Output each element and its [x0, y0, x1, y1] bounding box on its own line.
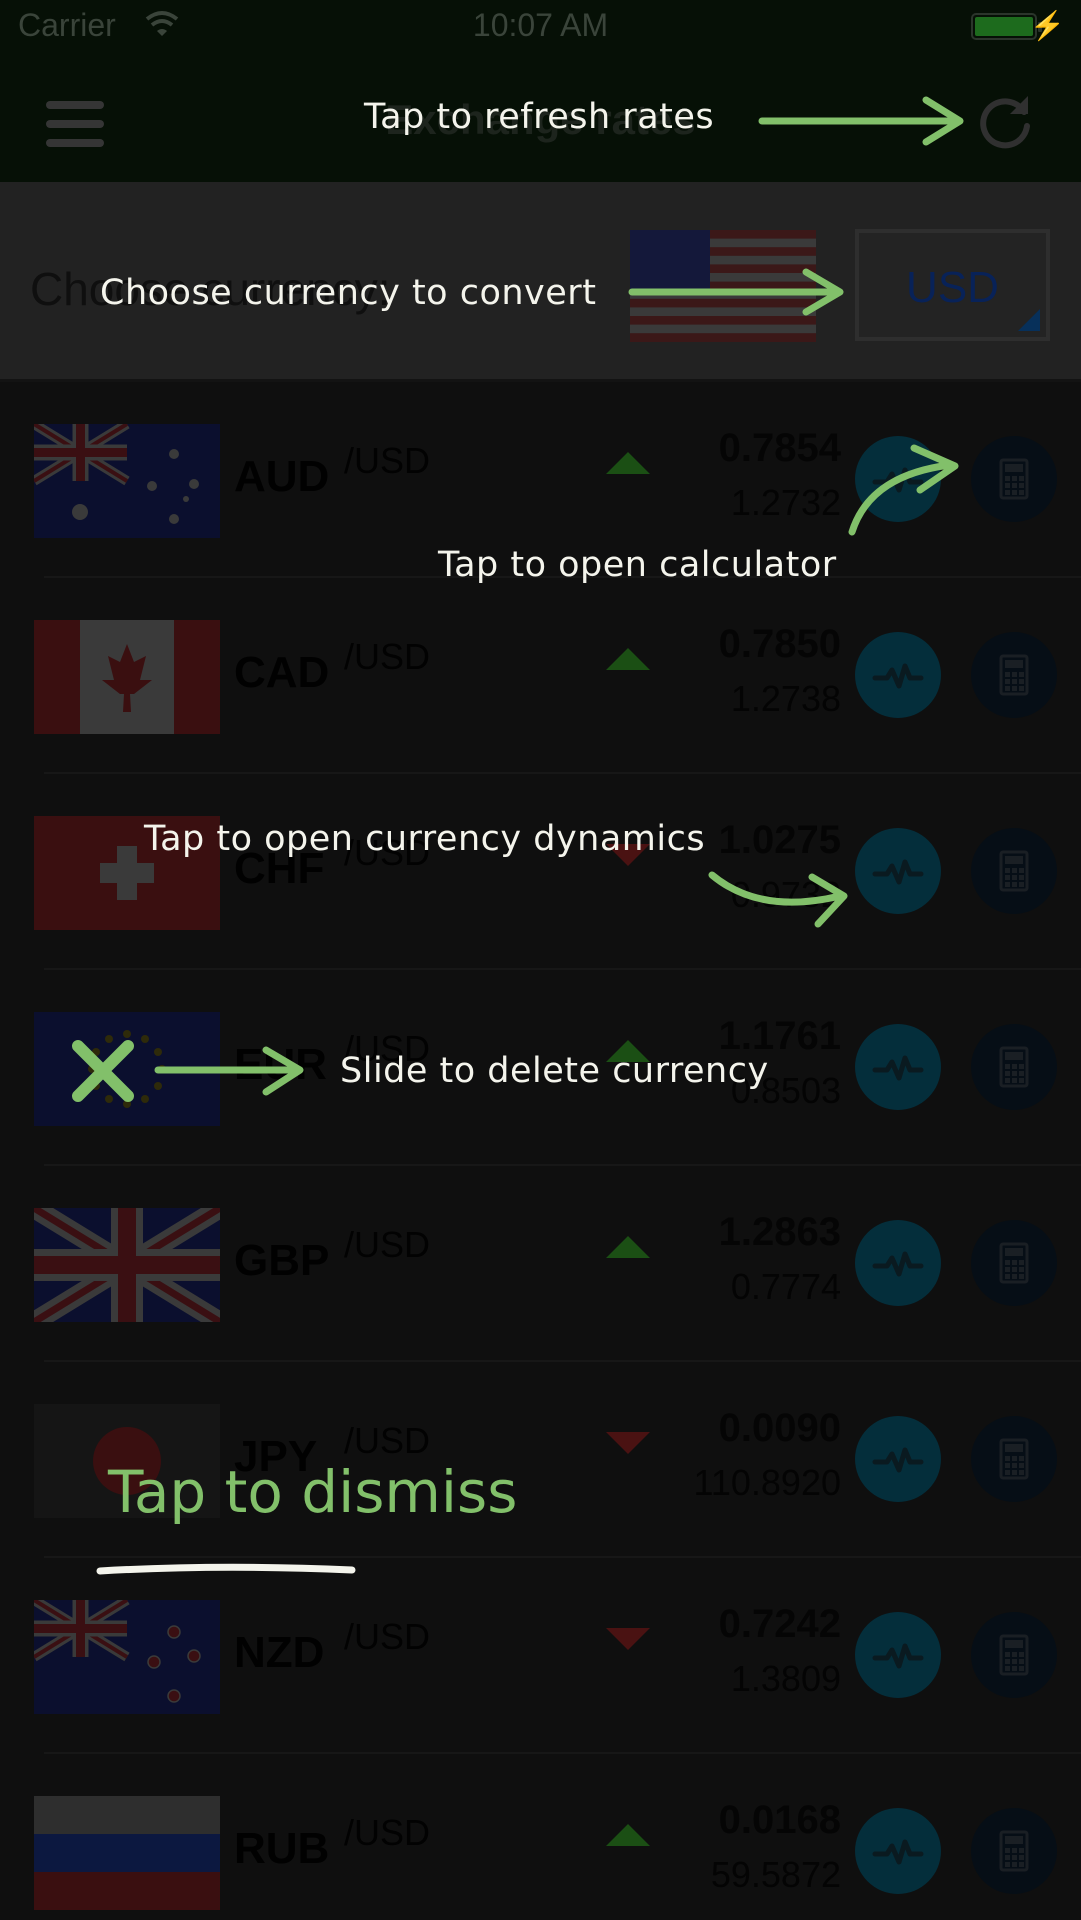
calculator-hint-arrow	[848, 444, 959, 536]
dismiss-underline	[96, 1563, 356, 1575]
dynamics-hint: Tap to open currency dynamics	[144, 819, 706, 859]
tutorial-overlay[interactable]: Tap to refresh rates Choose currency to …	[0, 0, 1081, 1920]
calculator-hint: Tap to open calculator	[438, 545, 837, 585]
refresh-hint-arrow	[758, 96, 964, 146]
refresh-hint: Tap to refresh rates	[364, 97, 715, 137]
delete-x-icon	[72, 1040, 134, 1102]
dismiss-button[interactable]: Tap to dismiss	[108, 1458, 517, 1526]
dynamics-hint-arrow	[708, 871, 848, 928]
convert-hint: Choose currency to convert	[100, 273, 597, 313]
delete-hint-arrow	[154, 1046, 304, 1096]
delete-hint: Slide to delete currency	[340, 1051, 769, 1091]
convert-hint-arrow	[628, 268, 844, 316]
